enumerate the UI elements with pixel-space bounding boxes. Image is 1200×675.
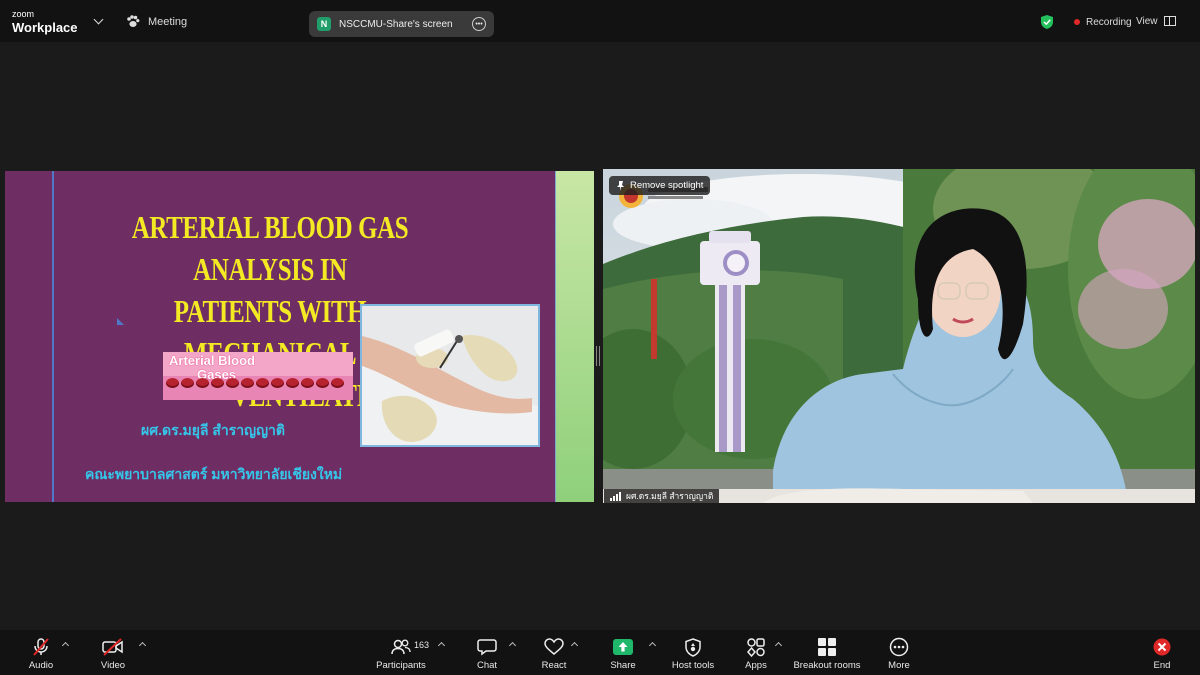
share-title: NSCCMU-Share's screen — [339, 18, 453, 30]
share-button[interactable]: Share — [608, 630, 638, 675]
speaker-video-tile[interactable] — [603, 169, 1195, 503]
blood-cells-graphic — [163, 378, 353, 392]
more-options-icon[interactable]: ••• — [472, 17, 486, 31]
react-options-caret[interactable] — [570, 641, 579, 650]
recording-status[interactable]: Recording — [1040, 11, 1132, 33]
chevron-down-icon[interactable] — [93, 14, 104, 25]
end-meeting-button[interactable]: End — [1148, 630, 1176, 675]
blood-sampling-photo — [360, 304, 540, 447]
apps-icon — [745, 637, 767, 657]
chat-button[interactable]: Chat — [472, 630, 502, 675]
shield-icon — [682, 637, 704, 657]
view-button[interactable]: View — [1136, 10, 1196, 32]
participants-icon — [390, 637, 412, 657]
breakout-rooms-label: Breakout rooms — [793, 660, 861, 671]
more-icon — [888, 637, 910, 657]
apps-options-caret[interactable] — [774, 641, 783, 650]
mic-muted-icon — [30, 637, 52, 657]
zoom-logo: zoom Workplace — [12, 9, 78, 35]
share-screen-indicator[interactable]: N NSCCMU-Share's screen ••• — [309, 11, 494, 37]
remove-spotlight-label: Remove spotlight — [630, 180, 704, 191]
participant-name-tag: ผศ.ดร.มยุลี สำราญญาติ — [604, 489, 720, 503]
apps-label: Apps — [745, 660, 767, 671]
slide-faculty: คณะพยาบาลศาสตร์ มหาวิทยาลัยเชียงใหม่ — [85, 466, 343, 482]
audio-button[interactable]: Audio — [24, 630, 58, 675]
end-label: End — [1153, 660, 1171, 671]
video-button[interactable]: Video — [96, 630, 130, 675]
brand-big: Workplace — [12, 20, 78, 35]
remove-spotlight-button[interactable]: Remove spotlight — [609, 176, 711, 195]
signal-strength-icon — [610, 491, 621, 501]
more-button[interactable]: More — [884, 630, 914, 675]
audio-options-caret[interactable] — [61, 641, 70, 650]
share-screen-icon — [612, 637, 634, 657]
meeting-label: Meeting — [148, 15, 188, 28]
security-shield-icon — [1041, 15, 1053, 29]
participants-count: 163 — [414, 640, 430, 650]
heart-icon — [543, 637, 565, 657]
view-label: View — [1136, 15, 1158, 27]
slide-author: ผศ.ดร.มยุลี สำราญญาติ — [141, 422, 285, 438]
speaker-video-frame — [603, 169, 1195, 503]
host-tools-label: Host tools — [671, 660, 715, 671]
paw-icon — [127, 15, 140, 27]
chat-options-caret[interactable] — [508, 641, 517, 650]
host-tools-button[interactable]: Host tools — [668, 630, 718, 675]
mouse-cursor-icon — [117, 318, 124, 325]
grid-view-icon — [1163, 16, 1176, 26]
slide-accent-line — [52, 171, 54, 502]
camera-off-icon — [102, 637, 124, 657]
audio-label: Audio — [28, 660, 54, 671]
video-options-caret[interactable] — [138, 641, 147, 650]
participants-button[interactable]: Participants — [372, 630, 430, 675]
more-label: More — [888, 660, 910, 671]
chat-icon — [476, 637, 498, 657]
share-label: Share — [610, 660, 636, 671]
participants-label: Participants — [376, 660, 426, 671]
arterial-blood-gases-image: Arterial Blood Gases — [163, 352, 353, 400]
video-label: Video — [100, 660, 126, 671]
apps-button[interactable]: Apps — [741, 630, 771, 675]
slide-title-line-1: ARTERIAL BLOOD GAS ANALYSIS IN — [131, 209, 409, 287]
blood-sampling-illustration — [362, 306, 538, 445]
sharer-badge: N — [317, 17, 331, 31]
pin-icon — [617, 180, 624, 191]
recording-dot-icon — [1074, 19, 1080, 25]
react-button[interactable]: React — [538, 630, 570, 675]
brand-small: zoom — [12, 9, 35, 19]
end-icon — [1151, 637, 1173, 657]
shared-screen-slide: ARTERIAL BLOOD GAS ANALYSIS IN PATIENTS … — [5, 171, 594, 502]
meeting-menu[interactable]: Meeting — [126, 15, 187, 28]
top-bar: zoom Workplace Meeting N NSCCMU-Share's … — [0, 0, 1200, 42]
slide-green-strip — [555, 171, 594, 502]
participant-name: ผศ.ดร.มยุลี สำราญญาติ — [626, 491, 714, 501]
react-label: React — [541, 660, 567, 671]
abg-image-text-1: Arterial Blood — [169, 353, 255, 368]
participants-options-caret[interactable] — [437, 641, 446, 650]
share-options-caret[interactable] — [648, 641, 657, 650]
split-view-resize-handle[interactable] — [596, 346, 600, 366]
chat-label: Chat — [476, 660, 498, 671]
recording-label: Recording — [1086, 16, 1132, 28]
meeting-controls-bar: Audio Video Participants 163 Chat React … — [0, 630, 1200, 675]
breakout-rooms-icon — [816, 637, 838, 657]
breakout-rooms-button[interactable]: Breakout rooms — [790, 630, 864, 675]
